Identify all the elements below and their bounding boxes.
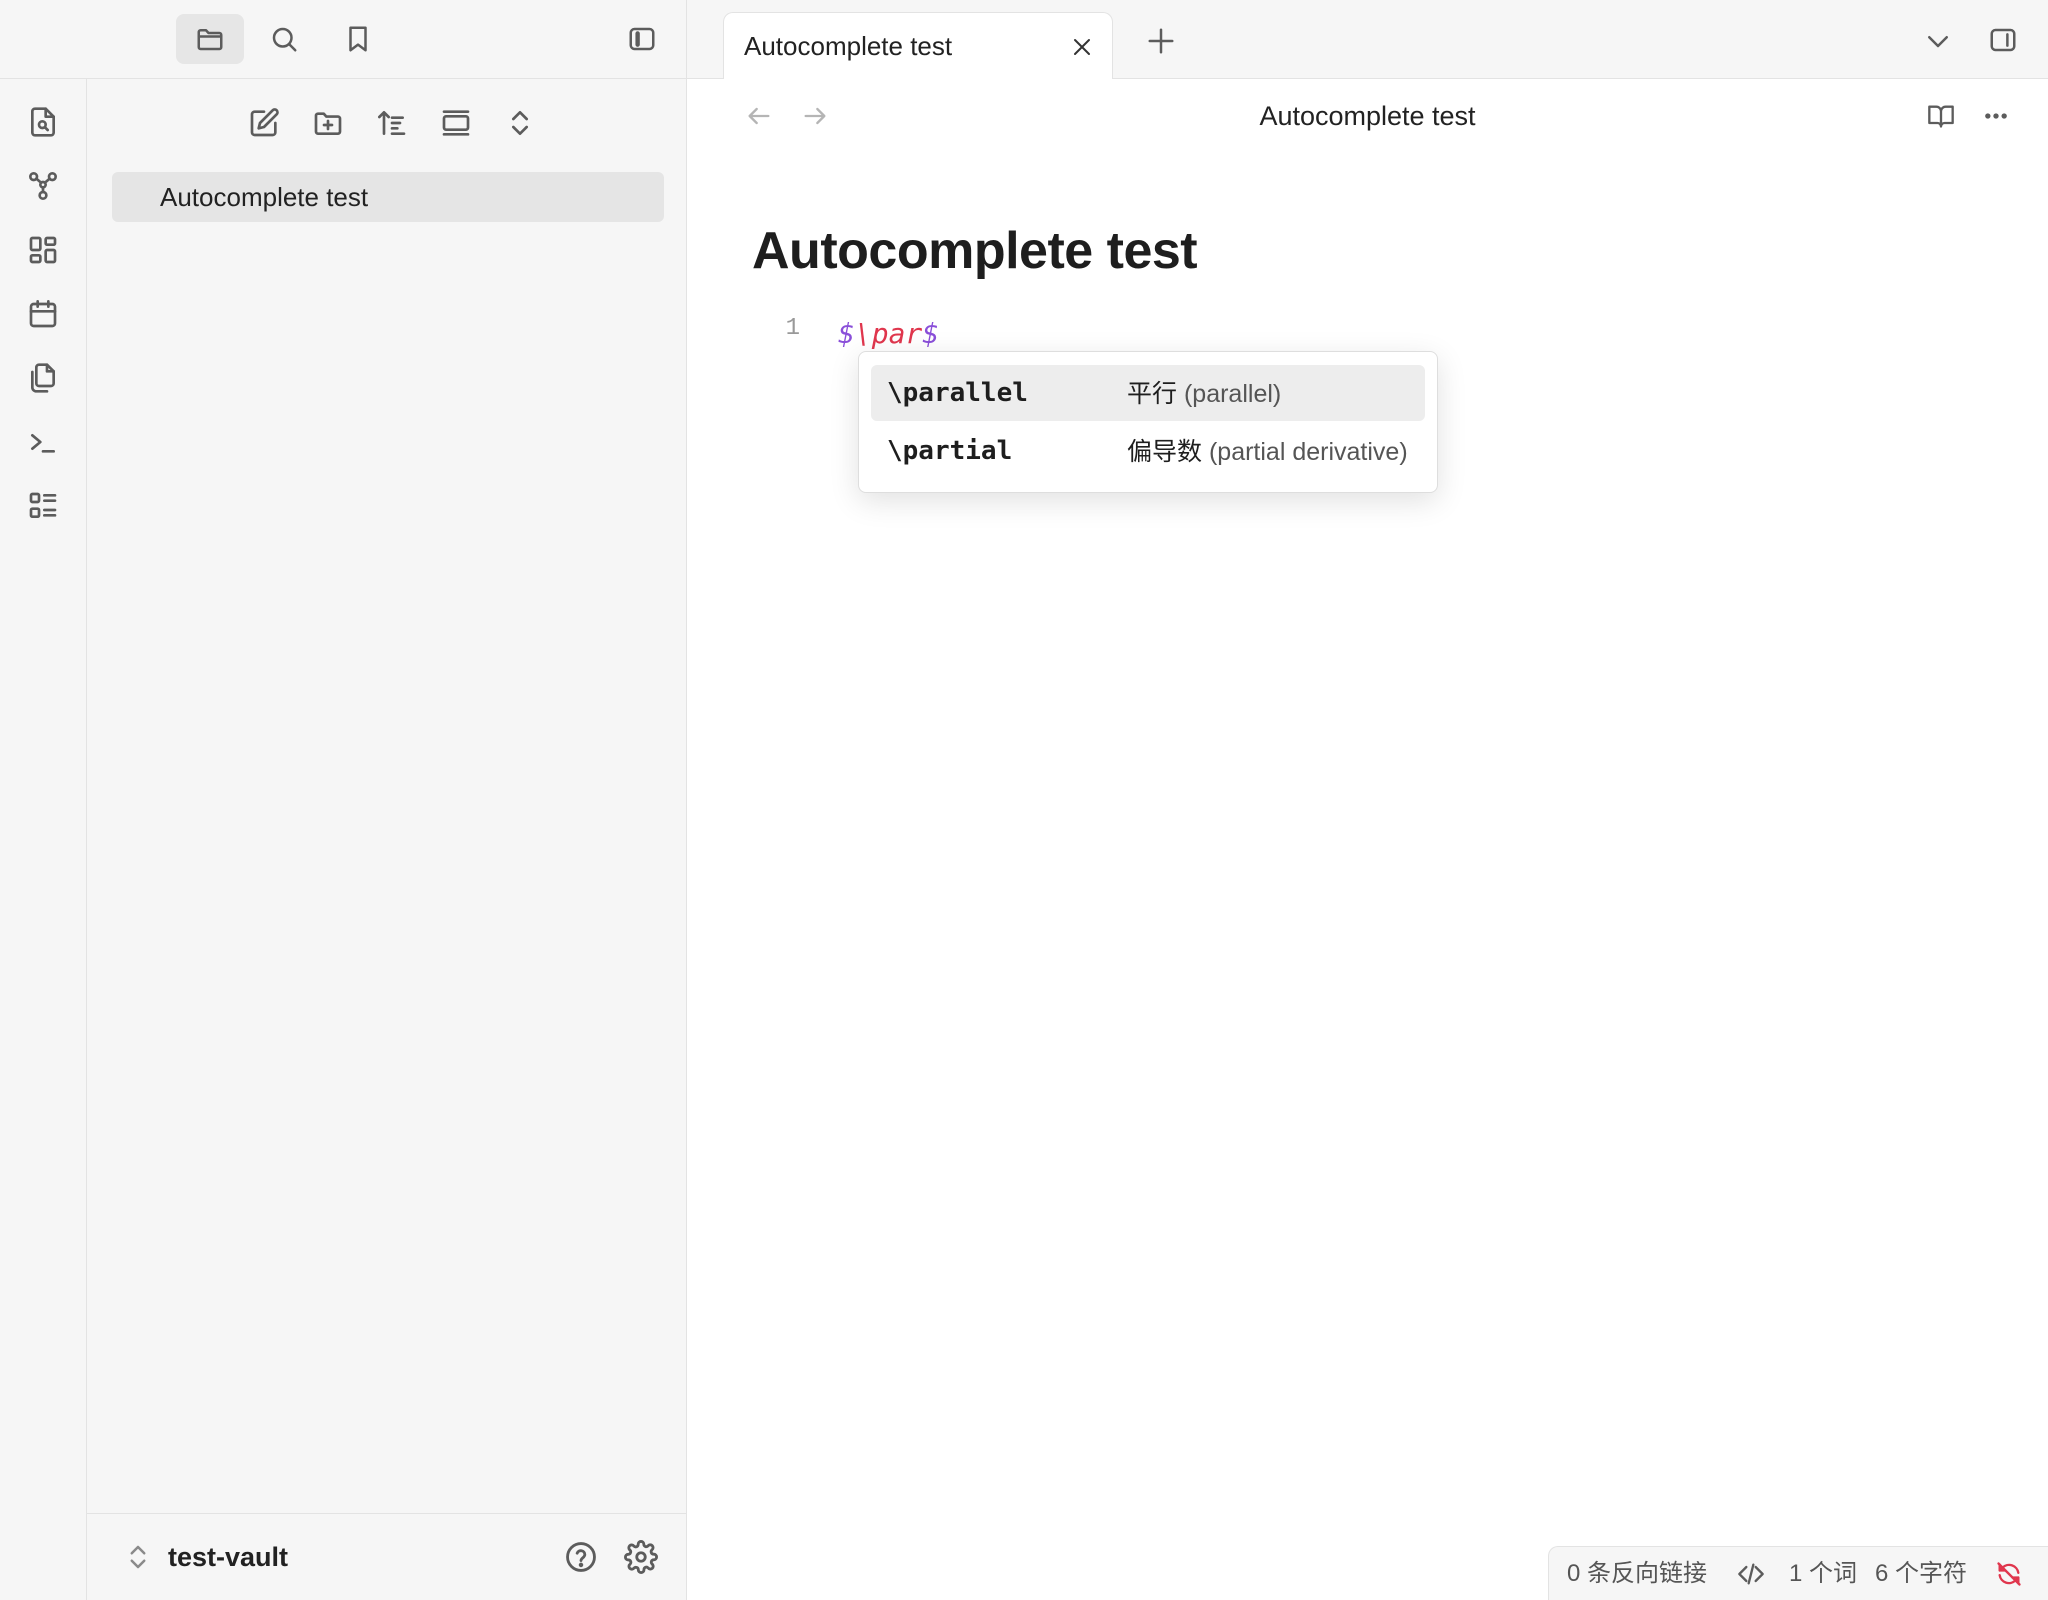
sync-status-button[interactable] <box>1991 1557 2027 1591</box>
code-icon <box>1733 1557 1769 1591</box>
suggestion-desc-en: (parallel) <box>1183 380 1282 408</box>
chevron-up-down-icon <box>123 1540 153 1574</box>
ribbon-templates[interactable] <box>22 357 64 399</box>
bookmarks-tab[interactable] <box>324 14 392 64</box>
new-note-icon <box>240 99 288 147</box>
terminal-icon <box>22 421 64 463</box>
word-count: 1 个词 <box>1789 1560 1858 1587</box>
math-command: \par <box>854 317 923 350</box>
char-count: 6 个字符 <box>1875 1560 1968 1587</box>
toggle-right-sidebar-button[interactable] <box>1981 18 2025 62</box>
file-explorer-actions <box>87 99 687 151</box>
new-tab-button[interactable] <box>1139 19 1183 63</box>
backlinks-count[interactable]: 0 条反向链接 <box>1567 1557 1707 1591</box>
bookmark-icon <box>324 14 392 64</box>
status-bar: 0 条反向链接 1 个词 6 个字符 <box>1548 1546 2048 1600</box>
vault-name[interactable]: test-vault <box>168 1538 288 1576</box>
expand-collapse-icon <box>496 99 544 147</box>
sync-off-icon <box>1991 1557 2027 1591</box>
search-tab[interactable] <box>250 14 318 64</box>
math-delimiter-open: $ <box>838 317 855 350</box>
tab-close-button[interactable] <box>1066 31 1098 63</box>
line-number: 1 <box>785 315 800 342</box>
sort-icon <box>368 99 416 147</box>
sort-button[interactable] <box>368 99 416 147</box>
gear-icon <box>620 1536 662 1578</box>
help-icon <box>560 1536 602 1578</box>
tab-list-button[interactable] <box>1916 19 1960 63</box>
calendar-icon <box>22 293 64 335</box>
navigate-back-button[interactable] <box>739 96 779 136</box>
ribbon-command-palette[interactable] <box>22 421 64 463</box>
settings-button[interactable] <box>620 1536 662 1578</box>
suggestion-item[interactable]: \partial 偏导数 (partial derivative) <box>871 423 1425 479</box>
file-item-autocomplete-test[interactable]: Autocomplete test <box>112 172 664 222</box>
suggestion-command: \parallel <box>887 378 1028 408</box>
more-options-button[interactable] <box>1976 96 2016 136</box>
arrow-right-icon <box>795 96 835 136</box>
arrow-left-icon <box>739 96 779 136</box>
plus-icon <box>1139 19 1183 63</box>
vault-bar: test-vault <box>87 1513 687 1600</box>
source-mode-button[interactable] <box>1733 1557 1769 1591</box>
editor-line[interactable]: $\par$ <box>838 314 939 354</box>
ribbon-outline[interactable] <box>22 485 64 527</box>
graph-icon <box>22 165 64 207</box>
ribbon-canvas[interactable] <box>22 229 64 271</box>
suggestion-description: 平行 (parallel) <box>1127 376 1281 412</box>
suggestion-command: \partial <box>887 436 1013 466</box>
ribbon-graph-view[interactable] <box>22 165 64 207</box>
view-title[interactable]: Autocomplete test <box>687 97 2048 135</box>
list-icon <box>22 485 64 527</box>
expand-all-button[interactable] <box>496 99 544 147</box>
book-open-icon <box>1921 96 1961 136</box>
ribbon-daily-note[interactable] <box>22 293 64 335</box>
tab-autocomplete-test[interactable]: Autocomplete test <box>723 12 1113 80</box>
sidebar-right-toggle-icon <box>1981 18 2025 62</box>
view-header: Autocomplete test <box>687 79 2048 155</box>
autocomplete-popup: \parallel 平行 (parallel) \partial 偏导数 (pa… <box>858 351 1438 493</box>
collapse-view-icon <box>432 99 480 147</box>
vault-switcher[interactable] <box>123 1540 153 1574</box>
file-item-label: Autocomplete test <box>160 182 369 212</box>
file-explorer: Autocomplete test test-vault <box>87 79 687 1600</box>
copy-files-icon <box>22 357 64 399</box>
close-icon <box>1066 31 1098 63</box>
toggle-left-sidebar-button[interactable] <box>608 14 676 64</box>
file-search-icon <box>22 101 64 143</box>
new-folder-button[interactable] <box>304 99 352 147</box>
search-icon <box>250 14 318 64</box>
ribbon-open-quick-switcher[interactable] <box>22 101 64 143</box>
new-note-button[interactable] <box>240 99 288 147</box>
sidebar-toggle-icon <box>608 14 676 64</box>
ribbon <box>0 78 87 1600</box>
file-explorer-tab[interactable] <box>176 14 244 64</box>
left-sidebar-header <box>0 0 687 79</box>
suggestion-desc-en: (partial derivative) <box>1208 438 1408 466</box>
help-button[interactable] <box>560 1536 602 1578</box>
chevron-down-icon <box>1916 19 1960 63</box>
suggestion-desc-cn: 平行 <box>1127 380 1178 408</box>
new-folder-icon <box>304 99 352 147</box>
folder-icon <box>176 14 244 64</box>
reading-view-button[interactable] <box>1921 96 1961 136</box>
auto-reveal-button[interactable] <box>432 99 480 147</box>
more-horizontal-icon <box>1976 96 2016 136</box>
math-delimiter-close: $ <box>922 317 940 350</box>
dashboard-icon <box>22 229 64 271</box>
tab-title: Autocomplete test <box>744 31 953 61</box>
navigate-forward-button[interactable] <box>795 96 835 136</box>
note-title[interactable]: Autocomplete test <box>752 218 1198 284</box>
suggestion-description: 偏导数 (partial derivative) <box>1127 434 1408 470</box>
suggestion-desc-cn: 偏导数 <box>1127 438 1203 466</box>
tab-bar: Autocomplete test <box>687 0 2048 80</box>
suggestion-item[interactable]: \parallel 平行 (parallel) <box>871 365 1425 421</box>
